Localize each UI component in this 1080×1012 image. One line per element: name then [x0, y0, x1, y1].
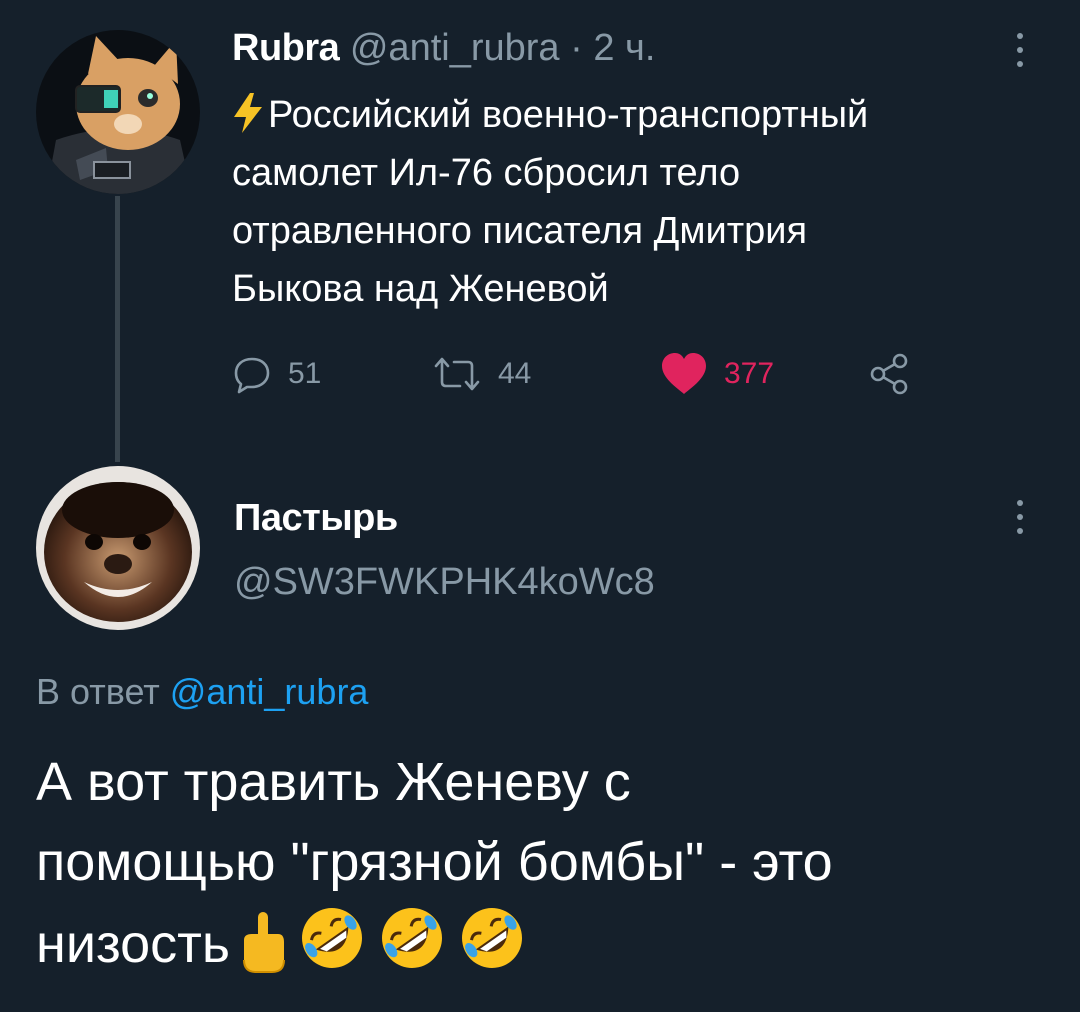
thread-connector-line [115, 196, 120, 462]
tweet-text-line: отравленного писателя Дмитрия [232, 210, 808, 252]
share-button[interactable] [868, 350, 928, 398]
index-pointing-up-emoji-icon [243, 912, 286, 973]
reply-text-line: низость [36, 902, 1046, 996]
reply-text-line: помощью "грязной бомбы" - это [36, 832, 833, 892]
tweet-timestamp[interactable]: 2 ч. [593, 27, 655, 69]
retweet-button[interactable]: 44 [432, 350, 531, 398]
cat-avatar-image [36, 30, 200, 194]
heart-icon [662, 353, 706, 394]
tweet-text-line: Российский военно-транспортный [232, 86, 1052, 144]
more-options-icon[interactable] [1010, 30, 1030, 70]
rolling-on-floor-laughing-emoji-icon [302, 908, 363, 968]
reply-more-options-icon[interactable] [1010, 497, 1030, 537]
tweet-text-line: Быкова над Женевой [232, 268, 609, 310]
pastyr-avatar[interactable] [36, 466, 200, 630]
dog-avatar-image [36, 466, 200, 630]
replying-to-handle[interactable]: @anti_rubra [170, 671, 369, 712]
tweet-header: Rubra @anti_rubra · 2 ч. [232, 22, 655, 74]
like-count: 377 [724, 357, 775, 390]
replying-to-line: В ответ @anti_rubra [36, 666, 368, 718]
reply-author-name[interactable]: Пастырь [234, 492, 398, 544]
retweet-count: 44 [498, 357, 532, 390]
rubra-avatar[interactable] [36, 30, 200, 194]
reply-text: А вот травить Женеву с помощью "грязной … [36, 742, 1046, 996]
tweet-author-handle[interactable]: @anti_rubra [350, 27, 560, 69]
share-icon [870, 353, 908, 395]
tweet-text-line: самолет Ил-76 сбросил тело [232, 152, 741, 194]
tweet-author-name[interactable]: Rubra [232, 27, 340, 69]
reply-text-line: А вот травить Женеву с [36, 752, 631, 812]
reply-author-handle[interactable]: @SW3FWKPHK4koWc8 [234, 556, 655, 608]
emoji-group [230, 902, 528, 996]
reply-button[interactable]: 51 [232, 350, 321, 398]
lightning-bolt-icon [234, 93, 262, 133]
retweet-icon [434, 357, 480, 391]
reply-bubble-icon [234, 357, 270, 394]
reply-count: 51 [288, 357, 322, 390]
like-button[interactable]: 377 [660, 350, 774, 398]
replying-to-prefix: В ответ [36, 671, 160, 712]
rolling-on-floor-laughing-emoji-icon [382, 908, 443, 968]
rolling-on-floor-laughing-emoji-icon [462, 908, 523, 968]
tweet-text: Российский военно-транспортный самолет И… [232, 86, 1052, 318]
time-separator: · [570, 27, 583, 69]
